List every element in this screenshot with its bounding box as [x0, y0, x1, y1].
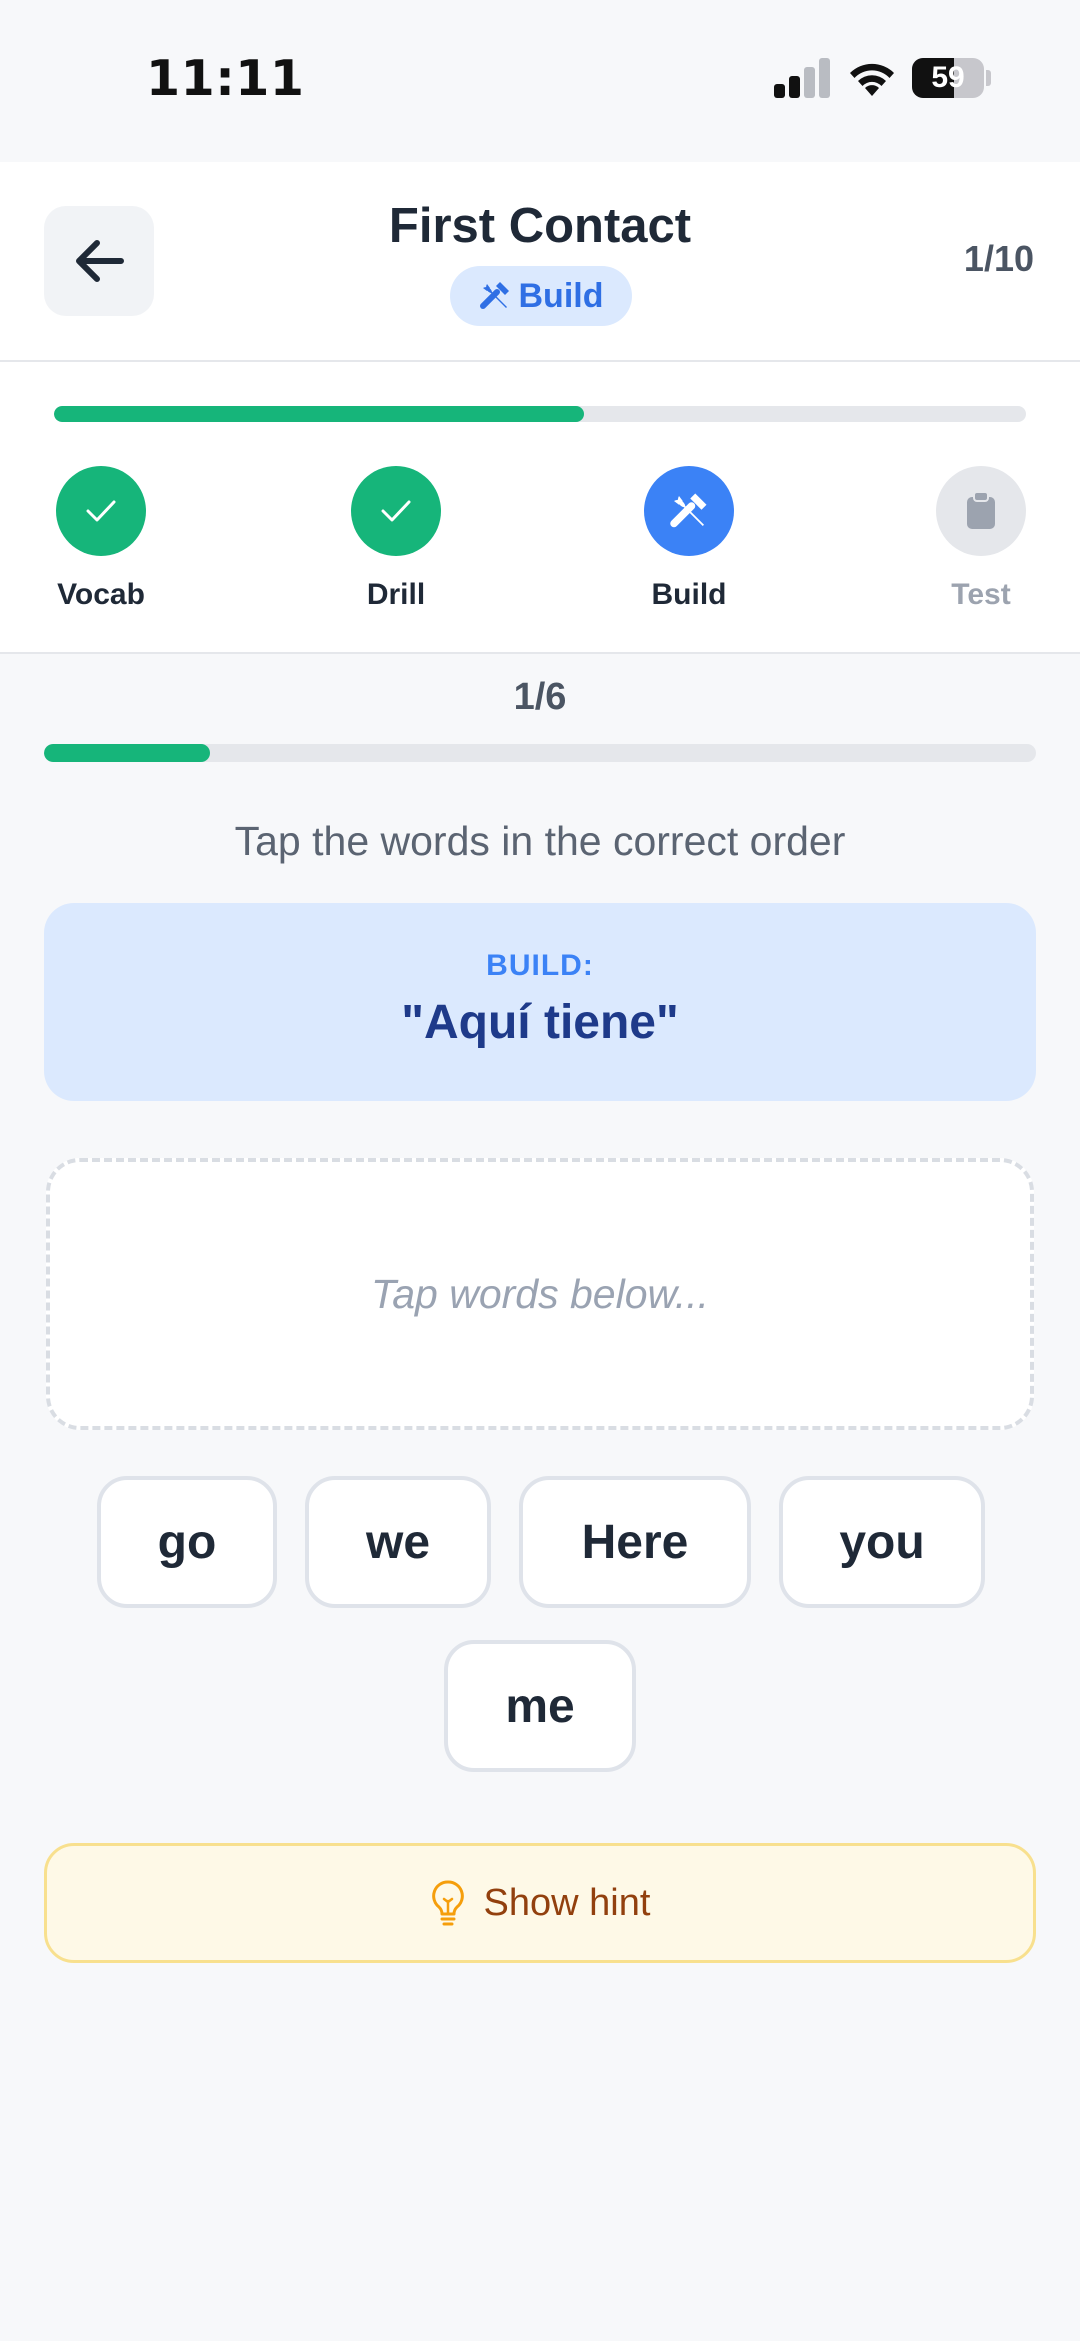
word-chip-go[interactable]: go — [97, 1476, 277, 1608]
status-time: 11:11 — [146, 50, 305, 107]
wifi-icon — [850, 63, 894, 96]
stage-test[interactable]: Test — [891, 466, 1071, 612]
lesson-counter: 1/10 — [963, 238, 1034, 279]
answer-drop-zone[interactable]: Tap words below... — [46, 1158, 1034, 1430]
word-chip-here[interactable]: Here — [519, 1476, 751, 1608]
lesson-title: First Contact — [388, 199, 692, 253]
clipboard-icon — [967, 492, 995, 529]
back-button[interactable] — [44, 206, 154, 316]
check-icon — [86, 500, 116, 522]
exercise-instruction: Tap the words in the correct order — [234, 818, 846, 864]
stage-drill-circle — [351, 466, 441, 556]
prompt-card: BUILD: "Aquí tiene" — [44, 903, 1036, 1101]
stage-progress-bar — [54, 406, 1026, 422]
stage-drill-label: Drill — [366, 578, 426, 611]
answer-placeholder: Tap words below... — [370, 1270, 710, 1317]
cellular-signal-icon — [774, 58, 832, 98]
tools-icon — [670, 493, 707, 528]
battery-percent: 59 — [931, 61, 965, 94]
status-bar: 11:11 59 — [0, 0, 1080, 162]
lesson-header: First Contact Build 1/10 — [0, 162, 1080, 362]
stage-vocab[interactable]: Vocab — [11, 466, 191, 612]
tools-icon — [479, 282, 509, 309]
battery-icon: 59 — [912, 58, 984, 98]
mode-badge-label: Build — [518, 276, 604, 315]
stage-drill[interactable]: Drill — [306, 466, 486, 612]
stage-build[interactable]: Build — [599, 466, 779, 612]
stage-vocab-label: Vocab — [57, 578, 145, 611]
show-hint-button[interactable]: Show hint — [44, 1843, 1036, 1963]
battery-nub — [986, 70, 991, 86]
check-icon — [381, 500, 411, 522]
arrow-left-icon — [76, 240, 124, 282]
exercise-counter: 1/6 — [513, 676, 567, 718]
exercise-progress-bar — [44, 744, 1036, 762]
stage-build-circle — [644, 466, 734, 556]
lightbulb-icon — [431, 1880, 464, 1926]
word-chip-you[interactable]: you — [779, 1476, 985, 1608]
stage-progress: Vocab Drill Build Test — [0, 362, 1080, 654]
show-hint-label: Show hint — [483, 1881, 651, 1924]
stage-progress-fill — [54, 406, 584, 422]
stage-vocab-circle — [56, 466, 146, 556]
prompt-phrase: "Aquí tiene" — [401, 996, 679, 1049]
exercise-progress-fill — [44, 744, 210, 762]
mode-badge: Build — [450, 266, 632, 326]
word-chip-me[interactable]: me — [444, 1640, 636, 1772]
word-chip-we[interactable]: we — [305, 1476, 491, 1608]
stage-build-label: Build — [651, 578, 727, 611]
stage-test-label: Test — [951, 578, 1011, 611]
stage-test-circle — [936, 466, 1026, 556]
prompt-kicker: BUILD: — [486, 949, 594, 982]
